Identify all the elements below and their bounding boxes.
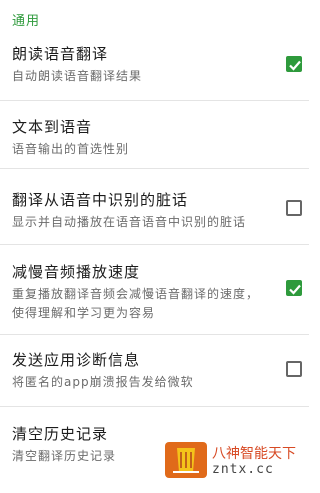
read-aloud-checkbox[interactable]: [286, 56, 302, 72]
watermark: 八神智能天下 zntx.cc: [163, 440, 300, 481]
check-icon: [289, 60, 301, 71]
profanity-checkbox[interactable]: [286, 200, 302, 216]
broom-logo-icon: [165, 442, 207, 478]
pref-title: 朗读语音翻译: [12, 45, 109, 63]
diagnostics-checkbox[interactable]: [286, 361, 302, 377]
pref-summary: 显示并自动播放在语音语音中识别的脏话: [12, 215, 247, 229]
pref-read-aloud-translation[interactable]: 朗读语音翻译 自动朗读语音翻译结果: [0, 36, 309, 101]
slow-playback-checkbox[interactable]: [286, 280, 302, 296]
pref-summary: 自动朗读语音翻译结果: [12, 69, 143, 83]
pref-summary: 语音输出的首选性别: [12, 142, 130, 156]
pref-title: 翻译从语音中识别的脏话: [12, 191, 189, 209]
pref-title: 文本到语音: [12, 118, 93, 136]
pref-send-diagnostics[interactable]: 发送应用诊断信息 将匿名的app崩溃报告发给微软: [0, 335, 309, 407]
section-header-general: 通用: [12, 14, 41, 29]
check-icon: [289, 284, 301, 295]
pref-slow-audio-playback[interactable]: 减慢音频播放速度 重复播放翻译音频会减慢语音翻译的速度，使得理解和学习更为容易: [0, 245, 309, 335]
watermark-title: 八神智能天下: [212, 446, 296, 462]
pref-title: 减慢音频播放速度: [12, 263, 141, 281]
pref-translate-profanity[interactable]: 翻译从语音中识别的脏话 显示并自动播放在语音语音中识别的脏话: [0, 169, 309, 245]
watermark-url: zntx.cc: [212, 462, 274, 477]
pref-text-to-speech[interactable]: 文本到语音 语音输出的首选性别: [0, 101, 309, 169]
pref-title: 发送应用诊断信息: [12, 351, 141, 369]
pref-summary: 重复播放翻译音频会减慢语音翻译的速度，使得理解和学习更为容易: [12, 287, 260, 320]
pref-summary: 将匿名的app崩溃报告发给微软: [12, 375, 194, 389]
